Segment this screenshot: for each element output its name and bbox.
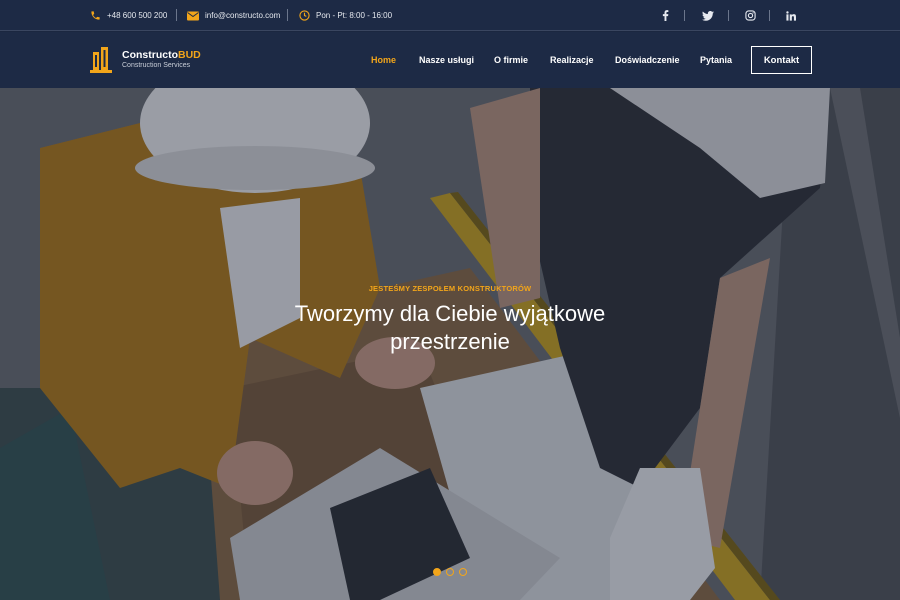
nav-item-services[interactable]: Nasze usługi [419,32,474,88]
opening-hours: Pon - Pt: 8:00 - 16:00 [299,0,392,31]
linkedin-icon[interactable] [784,0,798,31]
top-bar: +48 600 500 200 info@constructo.com Pon … [0,0,900,31]
twitter-icon[interactable] [700,0,716,31]
slider-pagination [433,568,472,576]
envelope-icon [187,11,199,21]
phone-icon [90,10,101,21]
nav-item-projects[interactable]: Realizacje [550,32,594,88]
nav-item-home[interactable]: Home [371,32,396,88]
nav-item-experience[interactable]: Doświadczenie [615,32,680,88]
slider-dot-3[interactable] [459,568,467,576]
building-logo-icon [90,45,112,73]
hours-text: Pon - Pt: 8:00 - 16:00 [316,11,393,20]
brand-name-main: Constructo [122,48,178,61]
email-text: info@constructo.com [205,11,281,20]
clock-icon [299,10,310,21]
main-navigation: ConstructoBUD Construction Services Home… [0,32,900,88]
contact-button[interactable]: Kontakt [751,46,812,74]
nav-item-faq[interactable]: Pytania [700,32,732,88]
instagram-icon[interactable] [743,0,757,31]
hero-headline: Tworzymy dla Ciebie wyjątkowe przestrzen… [294,301,606,354]
nav-item-about[interactable]: O firmie [494,32,528,88]
facebook-icon[interactable] [658,0,672,31]
email-contact[interactable]: info@constructo.com [187,0,280,31]
slider-dot-1[interactable] [433,568,441,576]
slider-dot-2[interactable] [446,568,454,576]
hero-kicker: JESTEŚMY ZESPOŁEM KONSTRUKTORÓW [368,284,532,293]
brand-name-accent: BUD [178,48,201,61]
hero-slider: JESTEŚMY ZESPOŁEM KONSTRUKTORÓW Tworzymy… [0,88,900,600]
phone-text: +48 600 500 200 [107,11,168,20]
brand-name: ConstructoBUD [122,49,201,61]
brand-logo[interactable]: ConstructoBUD Construction Services [90,45,201,73]
phone-contact[interactable]: +48 600 500 200 [90,0,167,31]
brand-tagline: Construction Services [122,61,191,69]
